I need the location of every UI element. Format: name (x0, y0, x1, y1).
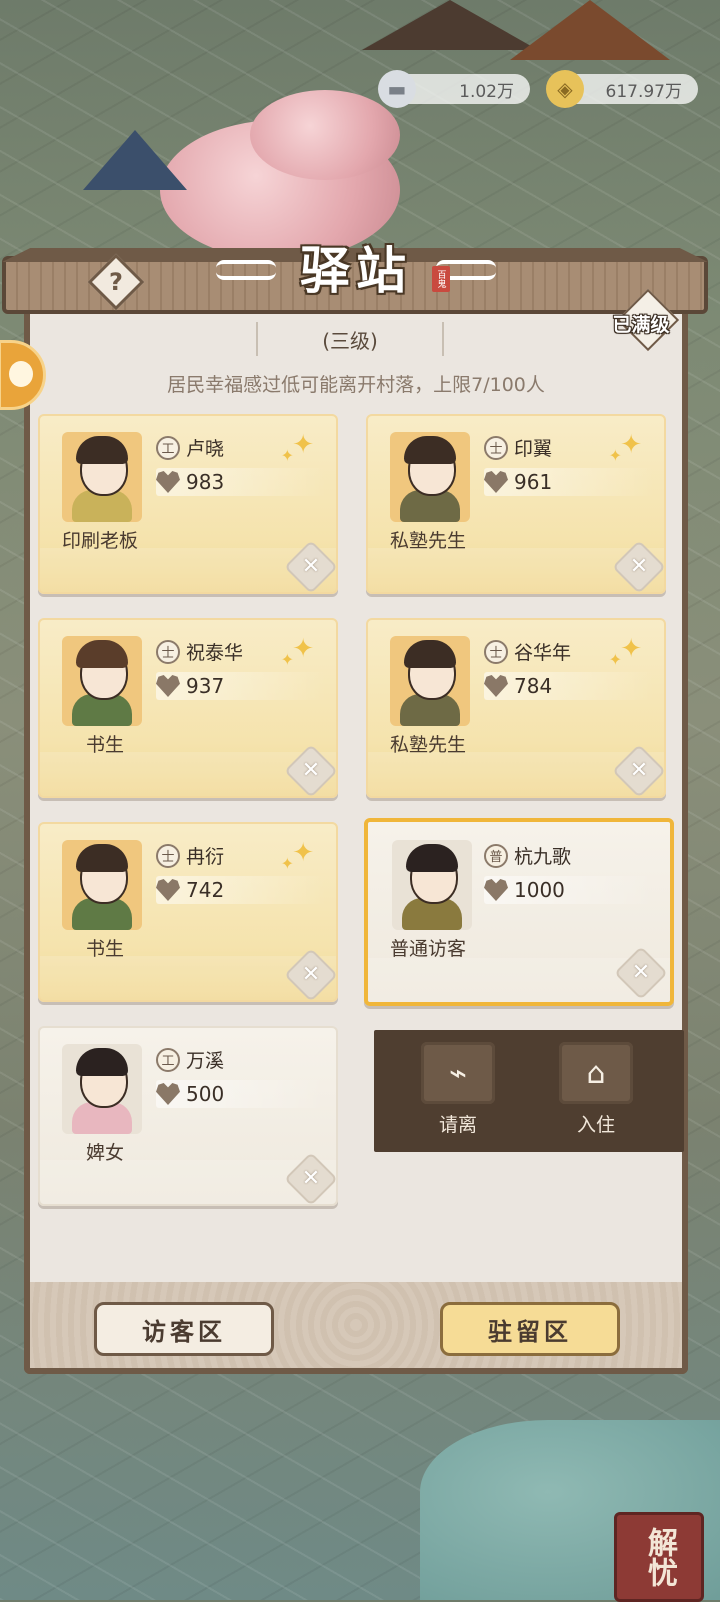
happiness-value: 961 (514, 470, 553, 494)
resident-portrait (62, 432, 142, 522)
max-level-badge: 已满级 (596, 288, 686, 352)
close-icon: ✕ (629, 758, 649, 783)
sparkle-icon: ✦ (280, 650, 294, 669)
cloud-ornament-left (216, 260, 276, 280)
tab-stay[interactable]: 驻留区 (440, 1302, 620, 1356)
happiness-value: 742 (186, 878, 225, 902)
remove-resident-button[interactable]: ✕ (614, 542, 664, 592)
happiness-value: 937 (186, 674, 225, 698)
broom-icon: ⌁ (421, 1042, 495, 1104)
resident-card[interactable]: ✦ ✦ 士 祝泰华 937 书生 ✕ (38, 618, 338, 798)
remove-resident-button[interactable]: ✕ (614, 746, 664, 796)
resident-card[interactable]: 工 万溪 500 婢女 ✕ (38, 1026, 338, 1206)
happiness-heart-icon (156, 675, 180, 697)
class-badge: 工 (156, 1047, 180, 1072)
happiness-value: 983 (186, 470, 225, 494)
happiness-heart-icon (156, 1083, 180, 1105)
silver-counter: ▬ 1.02万 (378, 70, 530, 108)
resident-card[interactable]: ✦ ✦ 工 卢晓 983 印刷老板 ✕ (38, 414, 338, 594)
resident-card[interactable]: ✦ ✦ 士 印翼 961 私塾先生 ✕ (366, 414, 666, 594)
remove-resident-button[interactable]: ✕ (286, 1154, 336, 1204)
close-icon: ✕ (301, 554, 321, 579)
resident-name: 祝泰华 (186, 642, 244, 664)
sparkle-icon: ✦ (620, 430, 642, 460)
cherry-tree (250, 90, 400, 180)
tab-visitors[interactable]: 访客区 (94, 1302, 274, 1356)
resident-card[interactable]: ✦ ✦ 士 谷华年 784 私塾先生 ✕ (366, 618, 666, 798)
max-level-text: 已满级 (612, 314, 670, 336)
sparkle-icon: ✦ (292, 838, 314, 868)
resident-name: 印翼 (514, 438, 553, 460)
resident-portrait (390, 432, 470, 522)
coin-amount: 617.97万 (605, 81, 682, 102)
happiness-heart-icon (484, 879, 508, 901)
resident-name: 冉衍 (186, 846, 225, 868)
resident-portrait (62, 636, 142, 726)
dismiss-label: 请离 (438, 1114, 477, 1136)
resident-portrait (62, 840, 142, 930)
question-icon: ? (109, 268, 123, 296)
resident-card[interactable]: ✦ ✦ 士 冉衍 742 书生 ✕ (38, 822, 338, 1002)
check-in-label: 入住 (576, 1114, 615, 1136)
panel-title: 驿站 (300, 242, 412, 300)
class-badge: 士 (484, 639, 508, 664)
house-icon: ⌂ (559, 1042, 633, 1104)
sparkle-icon: ✦ (608, 446, 622, 465)
level-indicator: (三级) (256, 322, 444, 356)
resident-card-selected[interactable]: 普 杭九歌 1000 普通访客 ✕ (364, 818, 674, 1006)
sparkle-icon: ✦ (620, 634, 642, 664)
happiness-heart-icon (156, 879, 180, 901)
happiness-heart-icon (484, 675, 508, 697)
class-badge: 普 (484, 843, 508, 868)
close-icon: ✕ (301, 962, 321, 987)
resident-name: 卢晓 (186, 438, 225, 460)
resident-portrait (62, 1044, 142, 1134)
resident-name: 谷华年 (514, 642, 572, 664)
resident-name: 杭九歌 (514, 846, 572, 868)
remove-resident-button[interactable]: ✕ (286, 950, 336, 1000)
close-icon: ✕ (631, 960, 651, 985)
sparkle-icon: ✦ (280, 446, 294, 465)
sparkle-icon: ✦ (292, 430, 314, 460)
class-badge: 工 (156, 435, 180, 460)
dismiss-button[interactable]: ⌁ 请离 (418, 1042, 498, 1137)
sparkle-icon: ✦ (280, 854, 294, 873)
capacity-notice: 居民幸福感过低可能离开村落，上限7/100人 (167, 374, 545, 396)
class-badge: 士 (484, 435, 508, 460)
happiness-heart-icon (484, 471, 508, 493)
check-in-button[interactable]: ⌂ 入住 (556, 1042, 636, 1137)
resident-role: 普通访客 (390, 938, 467, 960)
coin-counter: ◈ 617.97万 (546, 70, 698, 108)
happiness-value: 1000 (514, 878, 565, 902)
resident-portrait (392, 840, 472, 930)
silver-ingot-icon: ▬ (378, 70, 416, 108)
copper-coin-icon: ◈ (546, 70, 584, 108)
relieve-worry-button[interactable]: 解忧 (614, 1512, 704, 1602)
remove-resident-button[interactable]: ✕ (286, 542, 336, 592)
sparkle-icon: ✦ (608, 650, 622, 669)
happiness-value: 500 (186, 1082, 225, 1106)
close-icon: ✕ (301, 758, 321, 783)
level-text: (三级) (322, 328, 378, 353)
class-badge: 士 (156, 843, 180, 868)
happiness-heart-icon (156, 471, 180, 493)
silver-amount: 1.02万 (459, 81, 514, 102)
seal-stamp: 百鬼 (432, 266, 450, 292)
resident-name: 万溪 (186, 1050, 225, 1072)
resident-action-menu: ⌁ 请离 ⌂ 入住 (374, 1030, 684, 1152)
remove-resident-button[interactable]: ✕ (286, 746, 336, 796)
drawer-icon (9, 361, 33, 387)
remove-resident-button[interactable]: ✕ (616, 948, 666, 998)
close-icon: ✕ (629, 554, 649, 579)
close-icon: ✕ (301, 1166, 321, 1191)
class-badge: 士 (156, 639, 180, 664)
resident-portrait (390, 636, 470, 726)
sparkle-icon: ✦ (292, 634, 314, 664)
happiness-value: 784 (514, 674, 553, 698)
